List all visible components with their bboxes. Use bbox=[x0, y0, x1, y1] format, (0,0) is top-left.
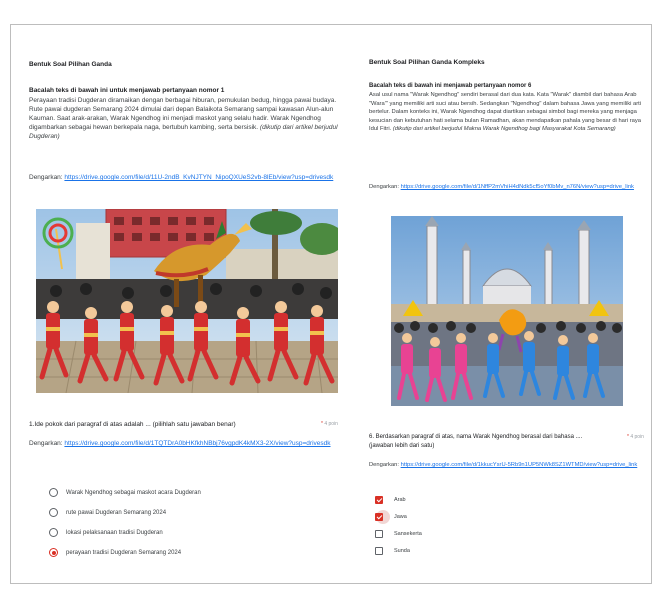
option-label: Sunda bbox=[394, 548, 410, 554]
option-radio-selected[interactable]: perayaan tradisi Dugderan Semarang 2024 bbox=[49, 548, 181, 557]
section-title: Bentuk Soal Pilihan Ganda bbox=[29, 61, 112, 68]
points-label: * 4 poin bbox=[627, 434, 644, 440]
reading-instruction: Bacalah teks di bawah ini menjawab perta… bbox=[369, 83, 532, 89]
option-label: lokasi pelaksanaan tradisi Dugderan bbox=[66, 529, 163, 536]
checkbox-checked[interactable] bbox=[375, 496, 383, 504]
option-label: Sansekerta bbox=[394, 531, 422, 537]
mosque-parade-photo bbox=[391, 216, 623, 406]
paragraph-source: (dikutip dari artikel berjudul Makna War… bbox=[392, 126, 616, 133]
audio-link[interactable]: https://drive.google.com/file/d/1NffP2mV… bbox=[401, 184, 634, 190]
question-audio-link[interactable]: https://drive.google.com/file/d/1TQTDrA0… bbox=[64, 440, 330, 447]
option-label: rute pawai Dugderan Semarang 2024 bbox=[66, 509, 167, 516]
mosque-parade-illustration bbox=[391, 216, 623, 406]
question-audio-link-row: Dengarkan: https://drive.google.com/file… bbox=[29, 440, 331, 447]
question-1-text: 1.Ide pokok dari paragraf di atas adalah… bbox=[29, 421, 236, 428]
reading-paragraph: Perayaan tradisi Dugderan diramaikan den… bbox=[29, 97, 338, 140]
reading-paragraph: Asal usul nama "Warak Ngendhog" sendiri … bbox=[369, 92, 642, 133]
radio-button-selected[interactable] bbox=[49, 548, 58, 557]
option-radio[interactable]: rute pawai Dugderan Semarang 2024 bbox=[49, 508, 166, 517]
option-radio[interactable]: Warak Ngendhog sebagai maskot acara Dugd… bbox=[49, 488, 201, 497]
option-label: Warak Ngendhog sebagai maskot acara Dugd… bbox=[66, 489, 201, 496]
checkbox-checked[interactable] bbox=[375, 513, 383, 521]
question-audio-link-row: Dengarkan: https://drive.google.com/file… bbox=[369, 462, 638, 468]
option-radio[interactable]: lokasi pelaksanaan tradisi Dugderan bbox=[49, 528, 163, 537]
option-label: perayaan tradisi Dugderan Semarang 2024 bbox=[66, 549, 182, 556]
parade-illustration bbox=[36, 209, 338, 393]
form-page: Bentuk Soal Pilihan Ganda Bacalah teks d… bbox=[10, 24, 652, 584]
audio-link-row: Dengarkan: https://drive.google.com/file… bbox=[29, 174, 334, 181]
dugderan-parade-photo bbox=[36, 209, 338, 393]
option-label: Arab bbox=[394, 497, 406, 503]
question-audio-link[interactable]: https://drive.google.com/file/d/1kkucYsr… bbox=[401, 462, 638, 468]
reading-instruction: Bacalah teks di bawah ini untuk menjawab… bbox=[29, 87, 225, 94]
audio-link-row: Dengarkan: https://drive.google.com/file… bbox=[369, 184, 634, 190]
radio-button[interactable] bbox=[49, 488, 58, 497]
option-checkbox[interactable]: Sansekerta bbox=[375, 527, 422, 541]
option-checkbox-checked[interactable]: Jawa bbox=[375, 510, 407, 524]
audio-link[interactable]: https://drive.google.com/file/d/11U-2ndB… bbox=[64, 174, 333, 181]
question-6-text: 6. Berdasarkan paragraf di atas, nama Wa… bbox=[369, 434, 583, 449]
radio-button[interactable] bbox=[49, 528, 58, 537]
radio-button[interactable] bbox=[49, 508, 58, 517]
section-title: Bentuk Soal Pilihan Ganda Kompleks bbox=[369, 59, 485, 66]
option-checkbox[interactable]: Sunda bbox=[375, 544, 410, 558]
checkbox[interactable] bbox=[375, 547, 383, 555]
checkbox[interactable] bbox=[375, 530, 383, 538]
option-checkbox-checked[interactable]: Arab bbox=[375, 493, 406, 507]
option-label: Jawa bbox=[394, 514, 407, 520]
points-label: * 4 poin bbox=[321, 421, 338, 427]
